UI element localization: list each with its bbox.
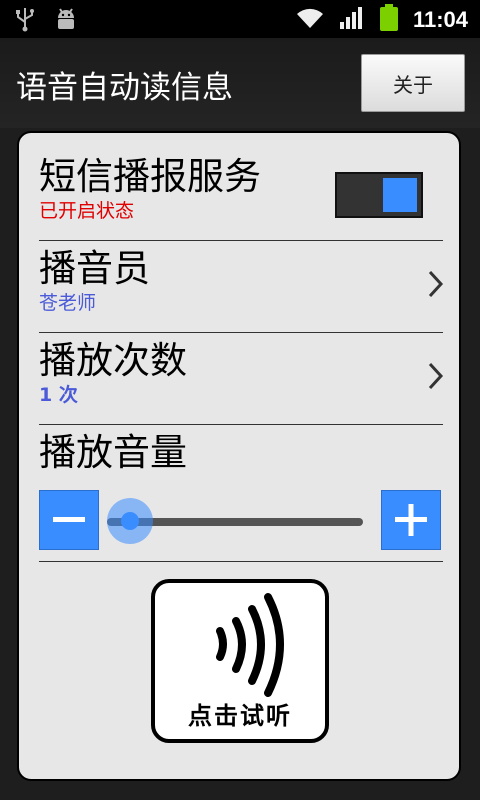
volume-row: 播放音量 [39,431,443,475]
announcer-value: 苍老师 [39,292,97,314]
listen-label: 点击试听 [188,702,292,730]
volume-increase-button[interactable] [381,490,441,550]
listen-button[interactable]: 点击试听 [151,579,329,743]
plus-icon [395,504,427,536]
about-button[interactable]: 关于 [361,54,465,112]
announcer-title: 播音员 [39,247,150,290]
android-debug-icon [54,6,78,36]
divider [39,332,443,333]
sms-service-toggle[interactable] [335,172,423,218]
status-clock: 11:04 [412,7,468,32]
app-header: 语音自动读信息 关于 [0,38,480,128]
signal-icon [339,6,365,34]
toggle-knob [383,178,417,212]
status-bar: 11:04 [0,0,480,38]
minus-icon [53,517,85,522]
usb-icon [14,6,36,36]
chevron-right-icon [427,267,445,308]
divider [39,424,443,425]
divider [39,240,443,241]
wifi-icon [295,6,325,34]
sound-waves-icon [216,593,284,697]
volume-decrease-button[interactable] [39,490,99,550]
volume-slider-thumb[interactable] [107,498,153,544]
app-title: 语音自动读信息 [16,70,233,106]
volume-title: 播放音量 [39,431,187,474]
battery-icon [379,4,399,36]
chevron-right-icon [427,359,445,400]
settings-card: 短信播报服务 已开启状态 播音员 苍老师 播放次数 1 次 播放音量 点击试听 [17,131,461,781]
play-count-value: 1 次 [39,384,78,406]
announcer-row[interactable]: 播音员 苍老师 [39,247,443,315]
play-count-row[interactable]: 播放次数 1 次 [39,339,443,407]
divider [39,561,443,562]
play-count-title: 播放次数 [39,339,187,382]
